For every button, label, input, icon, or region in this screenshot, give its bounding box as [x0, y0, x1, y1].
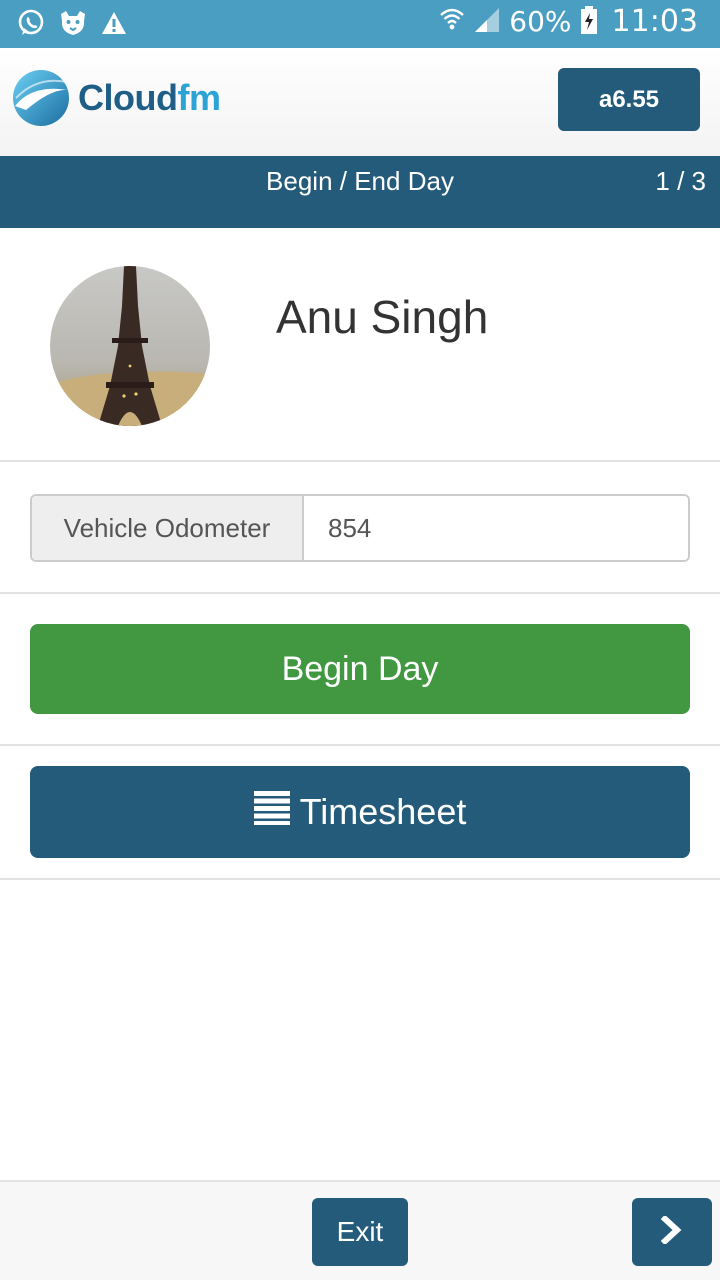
title-bar: Begin / End Day 1 / 3	[0, 156, 720, 228]
exit-button[interactable]: Exit	[312, 1198, 408, 1266]
app-header: Cloudfm a6.55	[0, 48, 720, 156]
begin-day-button[interactable]: Begin Day	[30, 624, 690, 714]
odometer-input-group: Vehicle Odometer	[30, 494, 690, 562]
begin-day-label: Begin Day	[281, 649, 439, 688]
version-button[interactable]: a6.55	[558, 68, 700, 131]
eiffel-tower-photo	[50, 266, 210, 426]
cloudfm-logo: Cloudfm	[12, 68, 221, 128]
page-title: Begin / End Day	[266, 166, 454, 196]
timesheet-section: Timesheet	[0, 746, 720, 880]
whatsapp-icon	[16, 8, 46, 43]
list-icon	[253, 790, 290, 834]
chevron-right-icon	[660, 1214, 683, 1249]
logo-text: Cloudfm	[78, 77, 221, 118]
odometer-section: Vehicle Odometer	[0, 464, 720, 594]
timesheet-label: Timesheet	[299, 791, 467, 832]
user-name: Anu Singh	[276, 291, 489, 343]
tiger-app-icon	[58, 8, 88, 43]
logo-swirl-icon	[13, 70, 69, 126]
notification-icons	[16, 8, 128, 43]
warning-icon	[100, 9, 128, 42]
status-bar: 60% 11:03	[0, 0, 720, 48]
clock: 11:03	[611, 4, 698, 39]
wifi-icon	[439, 5, 465, 39]
signal-icon	[473, 6, 501, 38]
battery-charging-icon	[580, 5, 598, 39]
system-status: 60% 11:03	[439, 4, 698, 39]
begin-day-section: Begin Day	[0, 594, 720, 746]
odometer-label: Vehicle Odometer	[32, 496, 304, 560]
page-indicator: 1 / 3	[655, 166, 706, 196]
timesheet-button[interactable]: Timesheet	[30, 766, 690, 858]
next-button[interactable]	[632, 1198, 712, 1266]
avatar	[50, 266, 210, 426]
user-profile: Anu Singh	[0, 228, 720, 462]
odometer-input[interactable]	[304, 496, 688, 560]
footer-bar: Exit	[0, 1180, 720, 1280]
battery-percent: 60%	[509, 5, 572, 38]
